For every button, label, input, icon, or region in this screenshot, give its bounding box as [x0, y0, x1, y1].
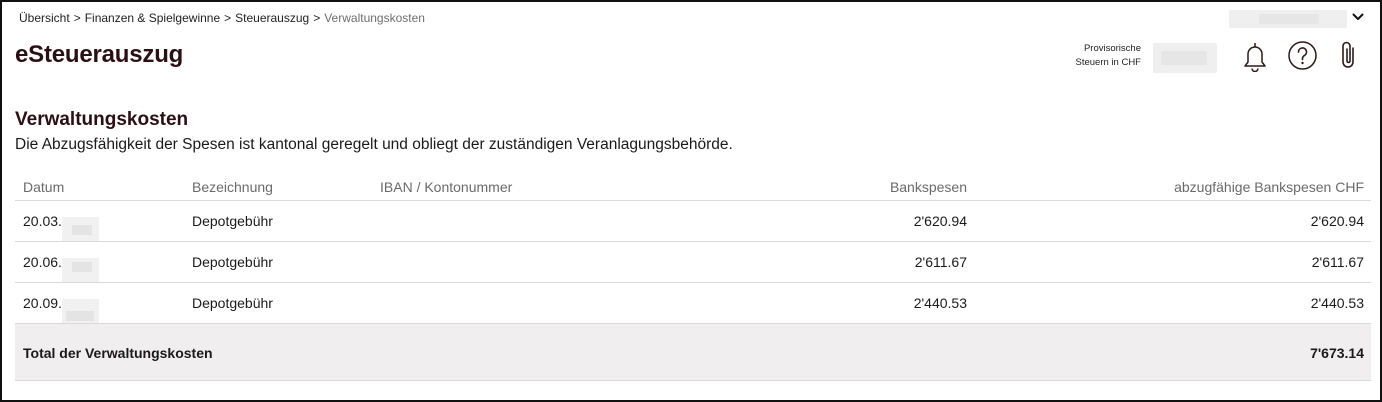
- app-window: Übersicht > Finanzen & Spielgewinne > Steuer…: [0, 0, 1382, 402]
- column-header-date[interactable]: Datum: [23, 179, 64, 195]
- total-row: Total der Verwaltungskosten 7'673.14: [15, 324, 1371, 381]
- cell-deductible: 2'611.67: [1311, 254, 1364, 270]
- breadcrumb-separator: >: [313, 11, 321, 25]
- column-header-description[interactable]: Bezeichnung: [192, 179, 273, 195]
- date-text: 20.09.: [23, 295, 62, 311]
- provisional-taxes-label: Provisorische Steuern in CHF: [1062, 42, 1141, 70]
- admin-costs-table: Datum Bezeichnung IBAN / Kontonummer Ban…: [15, 170, 1371, 381]
- cell-date: 20.06.: [23, 254, 99, 283]
- redacted-year: [61, 217, 99, 242]
- breadcrumb: Übersicht > Finanzen & Spielgewinne > Steuer…: [19, 11, 425, 25]
- breadcrumb-separator: >: [73, 11, 81, 25]
- column-header-deductible[interactable]: abzugfähige Bankspesen CHF: [1174, 179, 1364, 195]
- date-text: 20.03.: [23, 213, 62, 229]
- cell-description: Depotgebühr: [192, 254, 273, 270]
- cell-date: 20.03.: [23, 213, 99, 242]
- app-title: eSteuerauszug: [15, 41, 184, 68]
- cell-deductible: 2'620.94: [1310, 213, 1364, 229]
- cell-bank-fees: 2'620.94: [913, 213, 967, 229]
- breadcrumb-separator: >: [224, 11, 232, 25]
- redacted-value-inner: [1161, 51, 1207, 65]
- table-header: Datum Bezeichnung IBAN / Kontonummer Ban…: [15, 170, 1371, 201]
- redacted-year: [61, 299, 99, 324]
- table-row: 20.06. Depotgebühr 2'611.67 2'611.67: [15, 242, 1371, 283]
- table-row: 20.03. Depotgebühr 2'620.94 2'620.94: [15, 201, 1371, 242]
- cell-description: Depotgebühr: [192, 295, 273, 311]
- provisional-label-line2: Steuern in CHF: [1075, 57, 1141, 68]
- help-button[interactable]: [1287, 40, 1318, 71]
- cell-bank-fees: 2'440.53: [913, 295, 967, 311]
- date-text: 20.06.: [23, 254, 62, 270]
- redacted-account-name-detail: [1259, 14, 1319, 24]
- paperclip-icon: [1342, 41, 1354, 68]
- breadcrumb-current: Verwaltungskosten: [324, 11, 425, 25]
- total-value: 7'673.14: [1310, 345, 1364, 361]
- bell-icon: [1244, 43, 1266, 72]
- chevron-down-icon: [1352, 13, 1364, 20]
- provisional-taxes-value-redacted: [1153, 43, 1217, 73]
- total-label: Total der Verwaltungskosten: [23, 345, 213, 361]
- column-header-iban[interactable]: IBAN / Kontonummer: [380, 179, 512, 195]
- breadcrumb-item-finances[interactable]: Finanzen & Spielgewinne: [85, 11, 220, 25]
- help-icon: [1288, 41, 1317, 70]
- redacted-year: [61, 258, 99, 283]
- column-header-bank-fees[interactable]: Bankspesen: [890, 179, 967, 195]
- notifications-button[interactable]: [1240, 40, 1270, 72]
- cell-description: Depotgebühr: [192, 213, 273, 229]
- cell-date: 20.09.: [23, 295, 99, 324]
- attachments-button[interactable]: [1338, 39, 1360, 71]
- breadcrumb-item-tax-statement[interactable]: Steuerauszug: [235, 11, 309, 25]
- cell-deductible: 2'440.53: [1310, 295, 1364, 311]
- section-title: Verwaltungskosten: [15, 109, 189, 130]
- breadcrumb-item-overview[interactable]: Übersicht: [19, 11, 70, 25]
- provisional-label-line1: Provisorische: [1083, 43, 1141, 54]
- cell-bank-fees: 2'611.67: [914, 254, 967, 270]
- account-selector[interactable]: [1229, 9, 1369, 29]
- table-row: 20.09. Depotgebühr 2'440.53 2'440.53: [15, 283, 1371, 324]
- section-description: Die Abzugsfähigkeit der Spesen ist kanto…: [15, 136, 733, 153]
